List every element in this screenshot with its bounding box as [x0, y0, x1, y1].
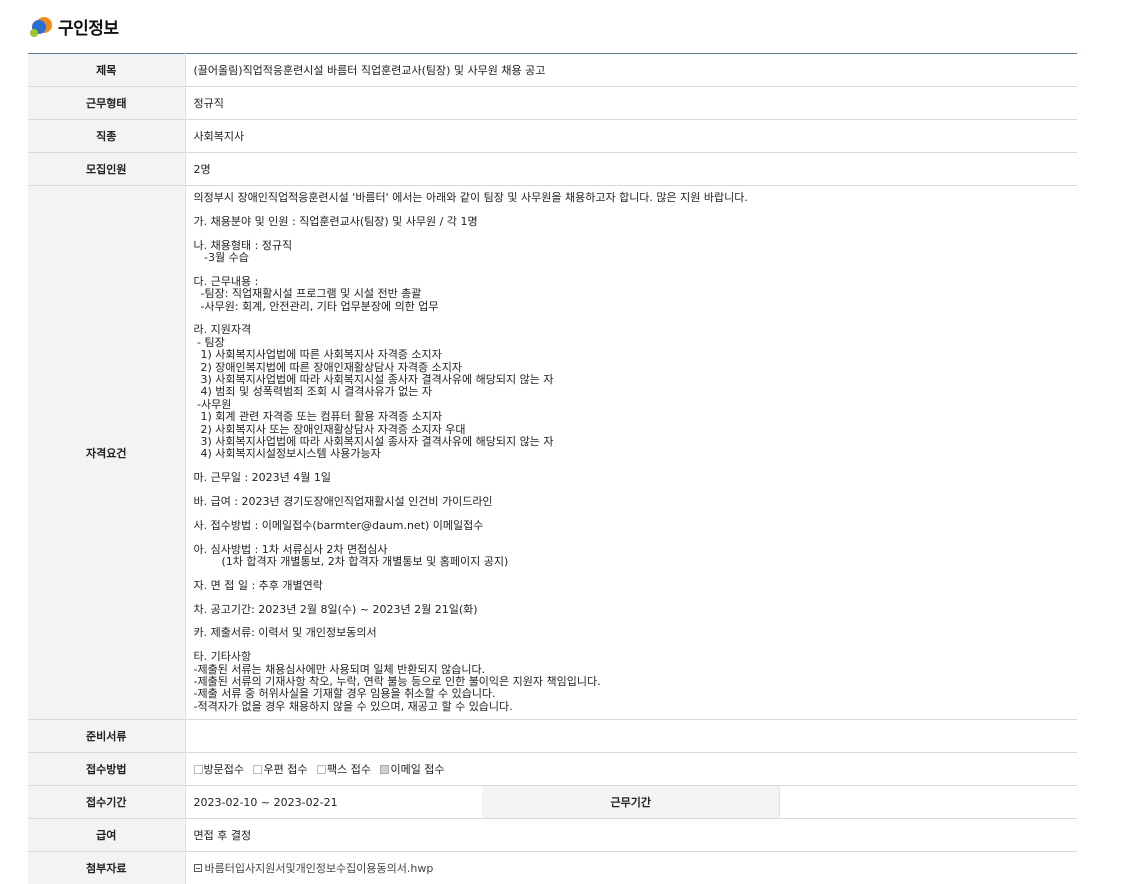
qual-line: 4) 사회복지시설정보시스템 사용가능자: [193, 447, 381, 461]
qual-line: 의정부시 장애인직업적응훈련시설 '바름터' 에서는 아래와 같이 팀장 및 사…: [193, 191, 748, 204]
value-title: (끌어올림)직업적응훈련시설 바름터 직업훈련교사(팀장) 및 사무원 채용 공…: [193, 64, 546, 77]
checkbox-email[interactable]: [380, 765, 390, 775]
attachment-link[interactable]: 바름터입사지원서및개인정보수집이용동의서.hwp: [205, 862, 434, 875]
qual-line: 카. 제출서류: 이력서 및 개인정보동의서: [193, 626, 377, 640]
file-icon: [193, 864, 202, 873]
label-work-period: 근무기간: [482, 785, 781, 819]
row-method: 접수방법 방문접수 우편 접수 팩스 접수 이메일 접수: [28, 752, 1077, 786]
qual-line: 1) 사회복지사업법에 따른 사회복지사 자격증 소지자: [193, 348, 442, 362]
row-period: 접수기간 2023-02-10 ~ 2023-02-21 근무기간: [28, 785, 1077, 819]
qual-line: 라. 지원자격: [193, 323, 252, 337]
row-job-type: 직종 사회복지사: [28, 119, 1077, 153]
qual-line: 바. 급여 : 2023년 경기도장애인직업재활시설 인건비 가이드라인: [193, 495, 493, 509]
checkbox-fax[interactable]: [316, 765, 326, 775]
value-employment-type: 정규직: [193, 97, 224, 110]
value-method: 방문접수 우편 접수 팩스 접수 이메일 접수: [185, 753, 1077, 786]
checkbox-visit[interactable]: [193, 765, 203, 775]
job-info-table: 제목 (끌어올림)직업적응훈련시설 바름터 직업훈련교사(팀장) 및 사무원 채…: [28, 53, 1077, 884]
value-qualifications: 의정부시 장애인직업적응훈련시설 '바름터' 에서는 아래와 같이 팀장 및 사…: [185, 186, 1077, 720]
qual-line: 나. 채용형태 : 정규직: [193, 238, 293, 252]
brand-logo-icon: [30, 15, 52, 37]
qual-line: 4) 범죄 및 성폭력범죄 조회 시 결격사유가 없는 자: [193, 385, 433, 399]
qual-line: (1차 합격자 개별통보, 2차 합격자 개별통보 및 홈페이지 공지): [193, 555, 509, 569]
qual-line: 가. 채용분야 및 인원 : 직업훈련교사(팀장) 및 사무원 / 각 1명: [193, 214, 478, 228]
qual-line: 사. 접수방법 : 이메일접수(barmter@daum.net) 이메일접수: [193, 518, 484, 532]
qual-line: 1) 회계 관련 자격증 또는 컴퓨터 활용 자격증 소지자: [193, 410, 443, 424]
label-job-type: 직종: [28, 119, 186, 153]
page-header: 구인정보: [30, 12, 119, 40]
qual-line: -3월 수습: [193, 251, 249, 264]
value-salary: 면접 후 결정: [193, 829, 252, 843]
value-job-type: 사회복지사: [193, 130, 245, 143]
qual-line: -사무원: 회계, 안전관리, 기타 업무분장에 의한 업무: [193, 299, 439, 313]
row-salary: 급여 면접 후 결정: [28, 818, 1077, 852]
method-fax[interactable]: 팩스 접수: [316, 763, 371, 776]
label-headcount: 모집인원: [28, 152, 186, 186]
value-period: 2023-02-10 ~ 2023-02-21: [193, 795, 338, 809]
label-employment-type: 근무형태: [28, 86, 186, 120]
value-attachment: 바름터입사지원서및개인정보수집이용동의서.hwp: [185, 852, 1077, 884]
row-documents: 준비서류: [28, 719, 1077, 753]
method-visit[interactable]: 방문접수: [193, 763, 244, 776]
method-mail[interactable]: 우편 접수: [253, 763, 307, 776]
qual-line: 자. 면 접 일 : 추후 개별연락: [193, 578, 323, 592]
label-attachment: 첨부자료: [28, 851, 186, 884]
row-title: 제목 (끌어올림)직업적응훈련시설 바름터 직업훈련교사(팀장) 및 사무원 채…: [28, 53, 1077, 87]
row-employment-type: 근무형태 정규직: [28, 86, 1077, 120]
label-period: 접수기간: [28, 785, 186, 819]
label-salary: 급여: [28, 818, 186, 852]
qual-line: 타. 기타사항: [193, 650, 252, 664]
value-documents: [185, 720, 1077, 753]
method-email[interactable]: 이메일 접수: [380, 763, 445, 776]
label-title: 제목: [28, 53, 186, 87]
label-method: 접수방법: [28, 752, 186, 786]
label-documents: 준비서류: [28, 719, 186, 753]
row-headcount: 모집인원 2명: [28, 152, 1077, 186]
qual-line: -팀장: 직업재활시설 프로그램 및 시설 전반 총괄: [193, 287, 422, 301]
value-headcount: 2명: [193, 163, 211, 176]
label-qualifications: 자격요건: [28, 185, 186, 720]
qual-line: 마. 근무일 : 2023년 4월 1일: [193, 471, 332, 485]
row-attachment: 첨부자료 바름터입사지원서및개인정보수집이용동의서.hwp: [28, 851, 1077, 884]
qual-line: -적격자가 없을 경우 채용하지 않을 수 있으며, 재공고 할 수 있습니다.: [193, 699, 513, 713]
value-work-period: [780, 786, 1077, 819]
qual-line: -제출 서류 중 허위사실을 기재할 경우 임용을 취소할 수 있습니다.: [193, 687, 496, 701]
page-title: 구인정보: [58, 18, 119, 39]
qual-line: 차. 공고기간: 2023년 2월 8일(수) ~ 2023년 2월 21일(화…: [193, 602, 478, 616]
row-qualifications: 자격요건 의정부시 장애인직업적응훈련시설 '바름터' 에서는 아래와 같이 팀…: [28, 185, 1077, 720]
checkbox-mail[interactable]: [253, 765, 263, 775]
